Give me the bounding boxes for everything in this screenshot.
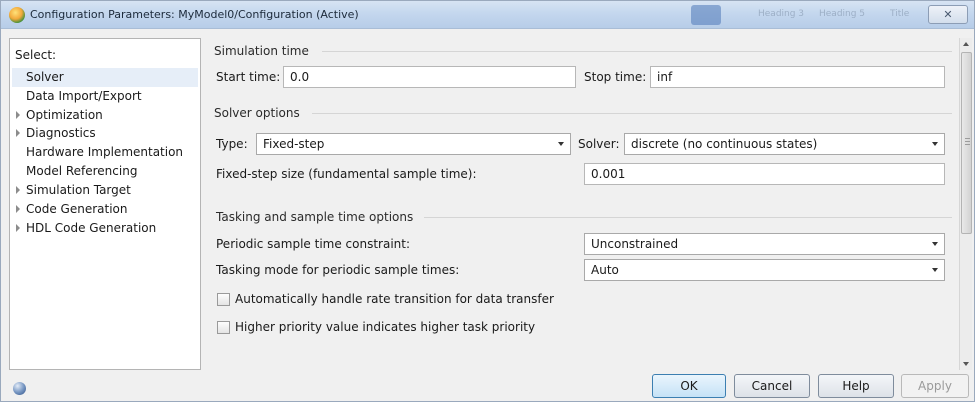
tree-item-solver[interactable]: Solver xyxy=(12,68,198,87)
grip-line xyxy=(965,138,970,139)
periodic-constraint-value: Unconstrained xyxy=(591,237,679,251)
close-button[interactable]: ✕ xyxy=(928,5,968,24)
section-simulation-time: Simulation time xyxy=(214,44,309,58)
section-divider xyxy=(322,51,952,52)
cancel-button[interactable]: Cancel xyxy=(734,374,810,398)
chevron-down-icon xyxy=(558,142,564,146)
background-ghost-title: Heading 5 xyxy=(819,9,866,19)
window-title: Configuration Parameters: MyModel0/Confi… xyxy=(30,8,359,21)
help-button[interactable]: Help xyxy=(818,374,894,398)
expand-arrow-icon[interactable] xyxy=(16,129,20,137)
tree-item-diagnostics[interactable]: Diagnostics xyxy=(26,124,96,143)
scroll-down-icon[interactable] xyxy=(963,362,969,366)
apply-button[interactable]: Apply xyxy=(901,374,969,398)
tree-item-label: Hardware Implementation xyxy=(26,145,184,159)
close-icon: ✕ xyxy=(943,8,953,21)
solver-type-value: Fixed-step xyxy=(263,137,325,151)
scroll-up-icon[interactable] xyxy=(963,42,969,46)
start-time-input[interactable]: 0.0 xyxy=(283,66,576,88)
background-ghost-title: Title xyxy=(890,9,910,19)
chevron-down-icon xyxy=(932,242,938,246)
periodic-constraint-dropdown[interactable]: Unconstrained xyxy=(584,233,945,255)
section-divider xyxy=(424,217,952,218)
expand-arrow-icon[interactable] xyxy=(16,186,20,194)
priority-label[interactable]: Higher priority value indicates higher t… xyxy=(235,317,535,337)
background-window-fragment xyxy=(691,5,721,25)
title-bar[interactable]: Configuration Parameters: MyModel0/Confi… xyxy=(1,1,974,29)
solver-value: discrete (no continuous states) xyxy=(631,137,818,151)
periodic-constraint-label: Periodic sample time constraint: xyxy=(216,237,411,251)
section-solver-options: Solver options xyxy=(214,106,300,120)
tasking-mode-dropdown[interactable]: Auto xyxy=(584,259,945,281)
tree-item-label: Code Generation xyxy=(26,202,128,216)
scrollbar-thumb[interactable] xyxy=(961,52,972,234)
tree-item-label: HDL Code Generation xyxy=(26,221,157,235)
chevron-down-icon xyxy=(932,268,938,272)
tree-item-label: Diagnostics xyxy=(26,126,96,140)
priority-checkbox[interactable] xyxy=(217,321,230,334)
solver-label: Solver: xyxy=(578,137,620,151)
rate-transition-checkbox[interactable] xyxy=(217,293,230,306)
stop-time-input[interactable]: inf xyxy=(650,66,945,88)
tasking-mode-value: Auto xyxy=(591,263,619,277)
background-ghost-title: Heading 3 xyxy=(758,9,805,19)
simulink-app-icon xyxy=(9,7,25,23)
grip-line xyxy=(965,144,970,145)
tree-item-label: Model Referencing xyxy=(26,164,138,178)
section-tasking: Tasking and sample time options xyxy=(216,210,414,224)
tree-item-label: Simulation Target xyxy=(26,183,131,197)
start-time-label: Start time: xyxy=(216,70,281,84)
solver-type-dropdown[interactable]: Fixed-step xyxy=(256,133,571,155)
grip-line xyxy=(965,141,970,142)
tree-item-model-referencing[interactable]: Model Referencing xyxy=(26,162,137,181)
chevron-down-icon xyxy=(932,142,938,146)
fixed-step-size-label: Fixed-step size (fundamental sample time… xyxy=(216,167,477,181)
category-tree: Select: Solver Data Import/Export Optimi… xyxy=(9,38,201,370)
solver-dropdown[interactable]: discrete (no continuous states) xyxy=(624,133,945,155)
tree-item-label: Data Import/Export xyxy=(26,89,142,103)
expand-arrow-icon[interactable] xyxy=(16,205,20,213)
solver-settings-panel: Simulation time Start time: 0.0 Stop tim… xyxy=(204,38,959,370)
tree-item-label: Optimization xyxy=(26,108,103,122)
tasking-mode-label: Tasking mode for periodic sample times: xyxy=(216,263,460,277)
tree-item-hardware-implementation[interactable]: Hardware Implementation xyxy=(26,143,183,162)
section-divider xyxy=(312,113,952,114)
expand-arrow-icon[interactable] xyxy=(16,111,20,119)
select-header: Select: xyxy=(15,48,57,62)
expand-arrow-icon[interactable] xyxy=(16,224,20,232)
vertical-scrollbar[interactable] xyxy=(959,38,972,370)
stop-time-label: Stop time: xyxy=(584,70,647,84)
tree-item-optimization[interactable]: Optimization xyxy=(26,106,103,125)
ok-button[interactable]: OK xyxy=(652,374,726,398)
tree-item-simulation-target[interactable]: Simulation Target xyxy=(26,181,131,200)
solver-type-label: Type: xyxy=(216,137,248,151)
tree-item-code-generation[interactable]: Code Generation xyxy=(26,200,127,219)
context-help-icon[interactable] xyxy=(13,382,26,395)
fixed-step-size-input[interactable]: 0.001 xyxy=(584,163,945,185)
tree-item-label: Solver xyxy=(26,70,64,84)
rate-transition-label[interactable]: Automatically handle rate transition for… xyxy=(235,289,554,309)
tree-item-hdl-code-generation[interactable]: HDL Code Generation xyxy=(26,219,156,238)
configuration-parameters-dialog: Configuration Parameters: MyModel0/Confi… xyxy=(0,0,975,402)
tree-item-data-import-export[interactable]: Data Import/Export xyxy=(26,87,142,106)
